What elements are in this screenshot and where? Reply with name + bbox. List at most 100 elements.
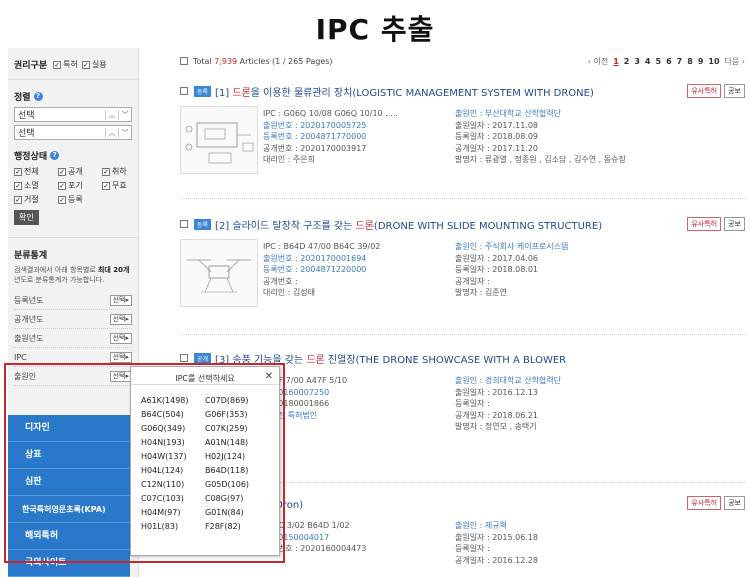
ipc-option[interactable]: B64D(118) — [205, 465, 269, 477]
status-rejected-checkbox[interactable]: ✓ 거절 — [14, 194, 54, 205]
ipc-option[interactable]: H04W(137) — [141, 451, 205, 463]
result-meta-right: 출원인 : 부산대학교 산학협력단 출원일자 : 2017.11.08 등록일자… — [455, 109, 626, 164]
ipc-option-list: A61K(1498) C07D(869) B64C(504) G06F(353) G06… — [131, 385, 279, 533]
page-link[interactable]: 8 — [687, 57, 693, 66]
page-link[interactable]: 3 — [634, 57, 640, 66]
check-icon: ✓ — [102, 167, 110, 176]
check-icon: ✓ — [53, 60, 62, 69]
close-icon[interactable]: ✕ — [265, 371, 273, 382]
check-icon: ✓ — [102, 181, 110, 190]
ipc-option[interactable]: G01N(84) — [205, 507, 269, 519]
status-all-checkbox[interactable]: ✓ 전체 — [14, 166, 54, 177]
help-icon[interactable]: ? — [33, 92, 43, 101]
similar-patent-button[interactable]: 유사특허 — [687, 496, 722, 510]
status-registered-checkbox[interactable]: ✓ 등록 — [58, 194, 98, 205]
status-extinct-checkbox[interactable]: ✓ 소멸 — [14, 180, 54, 191]
check-icon: ✓ — [14, 167, 22, 176]
nav-trademark[interactable]: 상표 — [8, 442, 130, 469]
page-link[interactable]: 5 — [656, 57, 662, 66]
right-type-utility-checkbox[interactable]: ✓ 실용 — [81, 59, 107, 70]
status-withdrawn-checkbox[interactable]: ✓ 취하 — [102, 166, 127, 177]
pub-year-select-button[interactable]: 선택▸ — [109, 313, 132, 325]
filter-row-pub-year: 공개년도 선택▸ — [14, 310, 132, 329]
divider — [180, 198, 745, 199]
similar-patent-button[interactable]: 유사특허 — [687, 84, 722, 98]
page-link[interactable]: 9 — [698, 57, 704, 66]
nav-foreign-site[interactable]: 국외사이트 — [8, 550, 130, 577]
check-icon: ✓ — [14, 181, 22, 190]
result-meta-right: 출원인 : 경희대학교 산학협력단 출원일자 : 2016.12.13 등록일자… — [455, 376, 562, 431]
results-toolbar: Total 7,939 Articles (1 / 265 Pages) ‹ 이… — [180, 53, 745, 69]
page-link[interactable]: 10 — [708, 57, 719, 66]
ipc-option[interactable]: G05D(106) — [205, 479, 269, 491]
status-public-checkbox[interactable]: ✓ 공개 — [58, 166, 98, 177]
sort-label: 정렬 — [14, 93, 31, 103]
ipc-option[interactable]: H04L(124) — [141, 465, 205, 477]
prev-page-link[interactable]: ‹ 이전 — [588, 56, 608, 67]
ipc-option[interactable]: C07C(103) — [141, 493, 205, 505]
result-meta-left: A47F 7/00 A47F 5/10 2020160007250 202018… — [263, 376, 348, 420]
ipc-option[interactable]: C07D(869) — [205, 395, 269, 407]
ipc-option[interactable]: H04N(193) — [141, 437, 205, 449]
gazette-button[interactable]: 공보 — [724, 217, 745, 231]
reg-year-select-button[interactable]: 선택▸ — [109, 294, 132, 306]
nav-foreign-patent[interactable]: 해외특허 — [8, 523, 130, 550]
ipc-option[interactable]: H04M(97) — [141, 507, 205, 519]
status-badge: 등록 — [194, 218, 212, 230]
page-link[interactable]: 6 — [666, 57, 672, 66]
result-meta-left: A62C 3/02 B64D 1/02 2020150004017 공개번호 :… — [263, 521, 367, 553]
result-title-link[interactable]: [1] 드론을 이용한 물류관리 장치(LOGISTIC MANAGEMENT … — [215, 84, 594, 99]
ipc-option[interactable]: A61K(1498) — [141, 395, 205, 407]
ipc-option[interactable]: F28F(82) — [205, 521, 269, 533]
right-type-patent-checkbox[interactable]: ✓ 특허 — [53, 59, 78, 70]
ipc-option[interactable]: G06F(353) — [205, 409, 269, 421]
page-link[interactable]: 2 — [624, 57, 630, 66]
filter-row-app-year: 출원년도 선택▸ — [14, 329, 132, 348]
ipc-option[interactable]: C12N(110) — [141, 479, 205, 491]
next-page-link[interactable]: 다음 › — [725, 56, 745, 67]
gazette-button[interactable]: 공보 — [724, 496, 745, 510]
sort-select-2[interactable]: 선택 ︿ ﹀ — [14, 125, 132, 140]
nav-trial[interactable]: 심판 — [8, 469, 130, 496]
patent-drawing-thumbnail[interactable] — [180, 239, 258, 307]
chevron-up-icon: ︿ — [105, 127, 118, 138]
ipc-option[interactable]: C08G(97) — [205, 493, 269, 505]
pagination: ‹ 이전 1 2 3 4 5 6 7 8 9 10 다음 › — [588, 56, 745, 67]
nav-design[interactable]: 디자인 — [8, 415, 130, 442]
status-invalid-checkbox[interactable]: ✓ 무효 — [102, 180, 127, 191]
ipc-option[interactable]: B64C(504) — [141, 409, 205, 421]
ipc-select-button[interactable]: 선택▸ — [109, 351, 132, 363]
ipc-option[interactable]: H02J(124) — [205, 451, 269, 463]
sort-select-1[interactable]: 선택 ︿ ﹀ — [14, 107, 132, 122]
similar-patent-button[interactable]: 유사특허 — [687, 217, 722, 231]
result-meta-right: 출원인 : 주식회사 케이프로시스템 출원일자 : 2017.04.06 등록일… — [455, 242, 569, 297]
status-label: 행정상태 — [14, 152, 48, 162]
check-icon: ✓ — [14, 195, 22, 204]
result-title-link[interactable]: [3] 송풍 기능을 갖는 드론 진열장(THE DRONE SHOWCASE … — [215, 351, 566, 366]
ipc-option[interactable]: C07K(259) — [205, 423, 269, 435]
right-type-label: 권리구분 — [14, 61, 48, 71]
result-checkbox[interactable] — [180, 87, 188, 95]
check-icon: ✓ — [81, 60, 90, 69]
applicant-select-button[interactable]: 선택▸ — [109, 370, 132, 382]
result-checkbox[interactable] — [180, 354, 188, 362]
page-link[interactable]: 1 — [613, 57, 619, 66]
result-meta-right: 출원인 : 제규혁 출원일자 : 2015.06.18 등록일자 : 공개일자 … — [455, 521, 539, 565]
page-link[interactable]: 7 — [677, 57, 683, 66]
status-abandoned-checkbox[interactable]: ✓ 포기 — [58, 180, 98, 191]
gazette-button[interactable]: 공보 — [724, 84, 745, 98]
result-checkbox[interactable] — [180, 220, 188, 228]
select-all-checkbox[interactable] — [180, 57, 188, 65]
app-year-select-button[interactable]: 선택▸ — [109, 332, 132, 344]
status-badge: 공개 — [194, 352, 212, 364]
page-link[interactable]: 4 — [645, 57, 651, 66]
nav-kpa[interactable]: 한국특허영문초록(KPA) — [8, 496, 130, 523]
help-icon[interactable]: ? — [50, 151, 60, 160]
status-confirm-button[interactable]: 확인 — [14, 210, 39, 225]
patent-drawing-thumbnail[interactable] — [180, 106, 258, 174]
result-title-link[interactable]: [2] 슬라이드 탈장착 구조를 갖는 드론(DRONE WITH SLIDE … — [215, 217, 602, 232]
ipc-option[interactable]: A01N(148) — [205, 437, 269, 449]
ipc-option[interactable]: H01L(83) — [141, 521, 205, 533]
ipc-option[interactable]: G06Q(349) — [141, 423, 205, 435]
check-icon: ✓ — [58, 195, 66, 204]
